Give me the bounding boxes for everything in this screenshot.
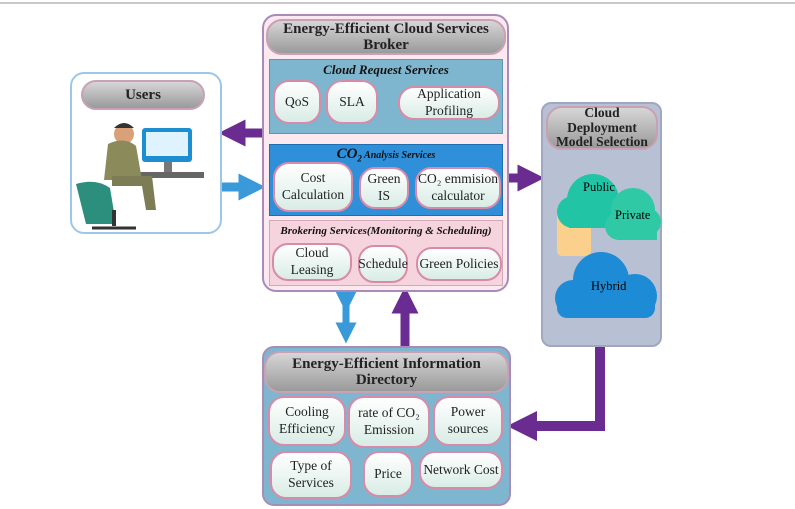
co2-analysis-services-title: CO2 Analysis Services xyxy=(336,146,436,164)
type-of-services-chip: Type of Services xyxy=(270,451,352,499)
qos-chip: QoS xyxy=(273,80,321,124)
application-profiling-chip: Application Profiling xyxy=(398,86,500,120)
cloud-deployment-model-selection: Cloud Deployment Model Selection Public … xyxy=(541,102,662,347)
arrow-deployment-to-directory xyxy=(507,346,605,441)
green-is-chip: Green IS xyxy=(359,167,409,209)
brokering-services-title: Brokering Services(Monitoring & Scheduli… xyxy=(280,225,492,237)
user-at-computer-icon xyxy=(76,123,204,230)
schedule-chip: Schedule xyxy=(358,245,408,283)
cloud-leasing-chip: Cloud Leasing xyxy=(272,243,352,281)
directory-title: Energy-Efficient Information Directory xyxy=(264,351,509,393)
information-directory: Energy-Efficient Information Directory C… xyxy=(262,346,511,506)
hybrid-label: Hybrid xyxy=(591,279,627,293)
co2-emission-rate-chip: rate of CO₂ Emission xyxy=(348,396,430,448)
sla-chip: SLA xyxy=(326,80,378,124)
green-policies-chip: Green Policies xyxy=(416,247,502,281)
price-chip: Price xyxy=(363,451,413,497)
co2-emission-calculator-chip: CO₂ emmision calculator xyxy=(415,167,501,209)
cloud-request-services-title: Cloud Request Services xyxy=(323,62,449,77)
private-label: Private xyxy=(615,208,651,222)
co2-analysis-services-panel: CO2 Analysis Services Cost Calculation G… xyxy=(269,144,503,216)
public-label: Public xyxy=(583,180,615,194)
cloud-request-services-panel: Cloud Request Services QoS SLA Applicati… xyxy=(269,59,503,134)
cooling-efficiency-chip: Cooling Efficiency xyxy=(268,396,346,446)
brokering-services-panel: Brokering Services(Monitoring & Scheduli… xyxy=(269,220,503,286)
diagram-canvas: Users Energy-Efficient Cloud Services Br… xyxy=(0,0,795,509)
cost-calculation-chip: Cost Calculation xyxy=(273,162,353,212)
users-title: Users xyxy=(81,80,205,110)
power-sources-chip: Power sources xyxy=(433,396,503,446)
broker-title: Energy-Efficient Cloud Services Broker xyxy=(266,19,506,55)
users-box: Users xyxy=(70,72,222,234)
cloud-services-broker: Energy-Efficient Cloud Services Broker C… xyxy=(262,14,509,292)
network-cost-chip: Network Cost xyxy=(419,451,503,489)
deployment-title: Cloud Deployment Model Selection xyxy=(546,105,658,150)
